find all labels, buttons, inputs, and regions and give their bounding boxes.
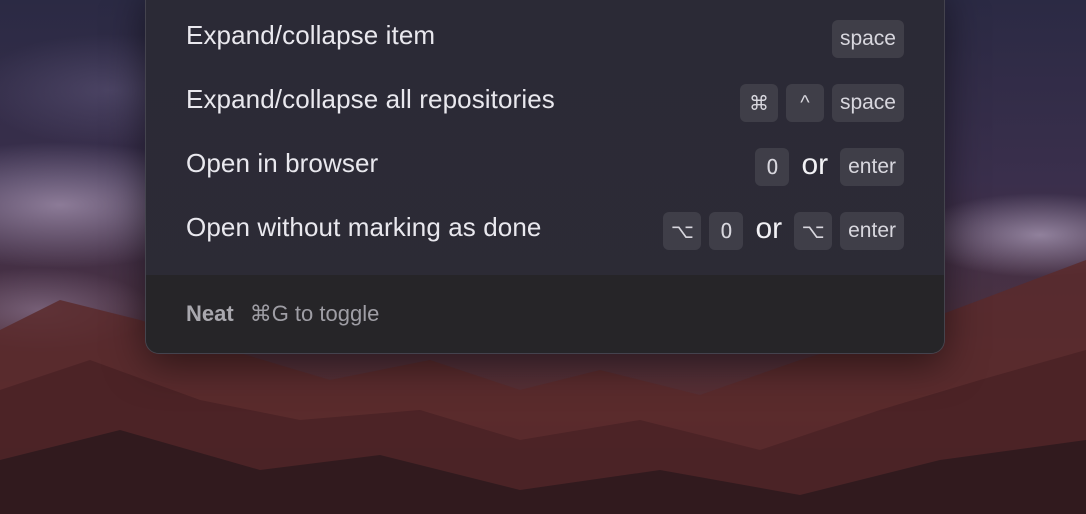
shortcut-keys: O or enter <box>755 148 904 186</box>
shortcut-label: Open without marking as done <box>186 211 542 242</box>
toggle-hint: ⌘G to toggle <box>249 301 380 326</box>
shortcut-list: Expand/collapse item space Expand/collap… <box>146 0 944 275</box>
key-cap: space <box>831 84 904 122</box>
or-separator: or <box>755 212 783 245</box>
app-name: Neat <box>186 301 234 326</box>
shortcut-row-open-browser: Open in browser O or enter <box>186 147 904 187</box>
key-cap: O <box>709 212 744 250</box>
shortcut-label: Open in browser <box>186 147 379 178</box>
shortcut-label: Expand/collapse all repositories <box>186 83 555 114</box>
key-cap: enter <box>840 148 904 186</box>
shortcut-row-open-without-marking: Open without marking as done ⌥ O or ⌥ en… <box>186 211 904 251</box>
shortcut-keys: space <box>831 20 904 58</box>
shortcuts-panel: Expand/collapse item space Expand/collap… <box>145 0 945 354</box>
control-key-cap: ^ <box>785 84 824 122</box>
panel-footer: Neat ⌘G to toggle <box>146 275 944 353</box>
key-cap: O <box>755 148 790 186</box>
key-cap: space <box>831 20 904 58</box>
shortcut-label: Expand/collapse item <box>186 19 436 50</box>
option-key-cap: ⌥ <box>663 212 702 250</box>
or-separator: or <box>801 148 829 181</box>
command-key-cap: ⌘ <box>739 84 778 122</box>
shortcut-keys: ⌘ ^ space <box>739 84 904 122</box>
shortcut-row-expand-all: Expand/collapse all repositories ⌘ ^ spa… <box>186 83 904 123</box>
shortcut-keys: ⌥ O or ⌥ enter <box>663 212 904 250</box>
key-cap: enter <box>840 212 904 250</box>
shortcut-row-expand-item: Expand/collapse item space <box>186 19 904 59</box>
option-key-cap: ⌥ <box>794 212 833 250</box>
